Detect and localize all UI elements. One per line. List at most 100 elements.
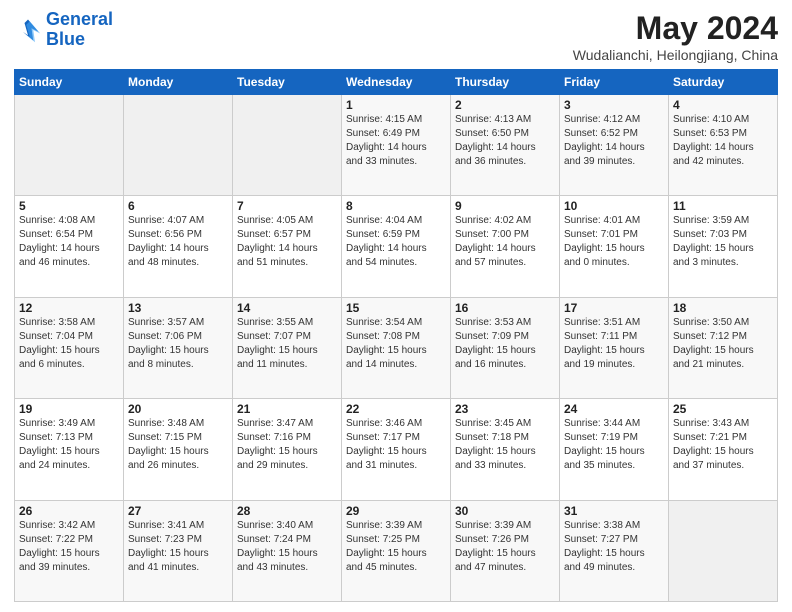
day-number: 6	[128, 199, 228, 213]
calendar-cell: 26Sunrise: 3:42 AMSunset: 7:22 PMDayligh…	[15, 500, 124, 601]
day-number: 23	[455, 402, 555, 416]
calendar-cell: 29Sunrise: 3:39 AMSunset: 7:25 PMDayligh…	[342, 500, 451, 601]
day-number: 20	[128, 402, 228, 416]
day-info: Sunrise: 4:10 AMSunset: 6:53 PMDaylight:…	[673, 113, 773, 169]
calendar-cell: 6Sunrise: 4:07 AMSunset: 6:56 PMDaylight…	[124, 196, 233, 297]
calendar-cell: 4Sunrise: 4:10 AMSunset: 6:53 PMDaylight…	[669, 95, 778, 196]
calendar-week-1: 1Sunrise: 4:15 AMSunset: 6:49 PMDaylight…	[15, 95, 778, 196]
day-number: 29	[346, 504, 446, 518]
calendar-cell: 14Sunrise: 3:55 AMSunset: 7:07 PMDayligh…	[233, 297, 342, 398]
calendar-cell: 20Sunrise: 3:48 AMSunset: 7:15 PMDayligh…	[124, 399, 233, 500]
day-info: Sunrise: 3:50 AMSunset: 7:12 PMDaylight:…	[673, 316, 773, 372]
day-number: 28	[237, 504, 337, 518]
day-number: 3	[564, 98, 664, 112]
calendar-cell: 11Sunrise: 3:59 AMSunset: 7:03 PMDayligh…	[669, 196, 778, 297]
calendar-cell: 24Sunrise: 3:44 AMSunset: 7:19 PMDayligh…	[560, 399, 669, 500]
calendar-cell: 9Sunrise: 4:02 AMSunset: 7:00 PMDaylight…	[451, 196, 560, 297]
day-number: 16	[455, 301, 555, 315]
calendar-cell: 2Sunrise: 4:13 AMSunset: 6:50 PMDaylight…	[451, 95, 560, 196]
day-info: Sunrise: 3:42 AMSunset: 7:22 PMDaylight:…	[19, 519, 119, 575]
day-info: Sunrise: 3:45 AMSunset: 7:18 PMDaylight:…	[455, 417, 555, 473]
col-saturday: Saturday	[669, 70, 778, 95]
logo-general: General	[46, 9, 113, 29]
day-info: Sunrise: 4:01 AMSunset: 7:01 PMDaylight:…	[564, 214, 664, 270]
calendar-header-row: Sunday Monday Tuesday Wednesday Thursday…	[15, 70, 778, 95]
logo-icon	[14, 16, 42, 44]
col-wednesday: Wednesday	[342, 70, 451, 95]
calendar-week-2: 5Sunrise: 4:08 AMSunset: 6:54 PMDaylight…	[15, 196, 778, 297]
calendar-cell: 28Sunrise: 3:40 AMSunset: 7:24 PMDayligh…	[233, 500, 342, 601]
day-number: 13	[128, 301, 228, 315]
day-number: 10	[564, 199, 664, 213]
header: General Blue May 2024 Wudalianchi, Heilo…	[14, 10, 778, 63]
calendar-cell: 16Sunrise: 3:53 AMSunset: 7:09 PMDayligh…	[451, 297, 560, 398]
day-number: 4	[673, 98, 773, 112]
day-info: Sunrise: 4:15 AMSunset: 6:49 PMDaylight:…	[346, 113, 446, 169]
calendar-cell: 17Sunrise: 3:51 AMSunset: 7:11 PMDayligh…	[560, 297, 669, 398]
calendar-cell: 12Sunrise: 3:58 AMSunset: 7:04 PMDayligh…	[15, 297, 124, 398]
day-info: Sunrise: 4:02 AMSunset: 7:00 PMDaylight:…	[455, 214, 555, 270]
day-info: Sunrise: 3:38 AMSunset: 7:27 PMDaylight:…	[564, 519, 664, 575]
day-info: Sunrise: 3:43 AMSunset: 7:21 PMDaylight:…	[673, 417, 773, 473]
day-info: Sunrise: 3:39 AMSunset: 7:25 PMDaylight:…	[346, 519, 446, 575]
day-info: Sunrise: 3:46 AMSunset: 7:17 PMDaylight:…	[346, 417, 446, 473]
col-monday: Monday	[124, 70, 233, 95]
day-info: Sunrise: 3:48 AMSunset: 7:15 PMDaylight:…	[128, 417, 228, 473]
day-info: Sunrise: 4:05 AMSunset: 6:57 PMDaylight:…	[237, 214, 337, 270]
day-number: 19	[19, 402, 119, 416]
day-number: 18	[673, 301, 773, 315]
day-info: Sunrise: 3:44 AMSunset: 7:19 PMDaylight:…	[564, 417, 664, 473]
day-info: Sunrise: 3:41 AMSunset: 7:23 PMDaylight:…	[128, 519, 228, 575]
calendar-cell: 30Sunrise: 3:39 AMSunset: 7:26 PMDayligh…	[451, 500, 560, 601]
logo-text: General Blue	[46, 10, 113, 50]
calendar-cell: 7Sunrise: 4:05 AMSunset: 6:57 PMDaylight…	[233, 196, 342, 297]
day-info: Sunrise: 3:54 AMSunset: 7:08 PMDaylight:…	[346, 316, 446, 372]
calendar-week-3: 12Sunrise: 3:58 AMSunset: 7:04 PMDayligh…	[15, 297, 778, 398]
calendar-cell	[669, 500, 778, 601]
day-number: 26	[19, 504, 119, 518]
day-info: Sunrise: 3:57 AMSunset: 7:06 PMDaylight:…	[128, 316, 228, 372]
day-info: Sunrise: 3:40 AMSunset: 7:24 PMDaylight:…	[237, 519, 337, 575]
logo-blue: Blue	[46, 29, 85, 49]
calendar-table: Sunday Monday Tuesday Wednesday Thursday…	[14, 69, 778, 602]
main-title: May 2024	[573, 10, 778, 47]
day-number: 7	[237, 199, 337, 213]
day-number: 25	[673, 402, 773, 416]
day-info: Sunrise: 4:07 AMSunset: 6:56 PMDaylight:…	[128, 214, 228, 270]
calendar-cell: 21Sunrise: 3:47 AMSunset: 7:16 PMDayligh…	[233, 399, 342, 500]
calendar-cell: 1Sunrise: 4:15 AMSunset: 6:49 PMDaylight…	[342, 95, 451, 196]
calendar-cell: 15Sunrise: 3:54 AMSunset: 7:08 PMDayligh…	[342, 297, 451, 398]
calendar-cell: 5Sunrise: 4:08 AMSunset: 6:54 PMDaylight…	[15, 196, 124, 297]
day-info: Sunrise: 3:55 AMSunset: 7:07 PMDaylight:…	[237, 316, 337, 372]
calendar-cell: 10Sunrise: 4:01 AMSunset: 7:01 PMDayligh…	[560, 196, 669, 297]
day-info: Sunrise: 3:58 AMSunset: 7:04 PMDaylight:…	[19, 316, 119, 372]
day-number: 11	[673, 199, 773, 213]
calendar-cell: 25Sunrise: 3:43 AMSunset: 7:21 PMDayligh…	[669, 399, 778, 500]
col-tuesday: Tuesday	[233, 70, 342, 95]
calendar-cell	[233, 95, 342, 196]
day-number: 30	[455, 504, 555, 518]
day-number: 21	[237, 402, 337, 416]
day-info: Sunrise: 3:47 AMSunset: 7:16 PMDaylight:…	[237, 417, 337, 473]
day-number: 12	[19, 301, 119, 315]
day-info: Sunrise: 4:08 AMSunset: 6:54 PMDaylight:…	[19, 214, 119, 270]
day-number: 24	[564, 402, 664, 416]
day-info: Sunrise: 4:12 AMSunset: 6:52 PMDaylight:…	[564, 113, 664, 169]
subtitle: Wudalianchi, Heilongjiang, China	[573, 47, 778, 63]
logo: General Blue	[14, 10, 113, 50]
calendar-week-4: 19Sunrise: 3:49 AMSunset: 7:13 PMDayligh…	[15, 399, 778, 500]
day-info: Sunrise: 3:59 AMSunset: 7:03 PMDaylight:…	[673, 214, 773, 270]
col-sunday: Sunday	[15, 70, 124, 95]
col-friday: Friday	[560, 70, 669, 95]
calendar-cell: 27Sunrise: 3:41 AMSunset: 7:23 PMDayligh…	[124, 500, 233, 601]
calendar-cell	[124, 95, 233, 196]
day-number: 15	[346, 301, 446, 315]
calendar-cell: 13Sunrise: 3:57 AMSunset: 7:06 PMDayligh…	[124, 297, 233, 398]
calendar-cell: 23Sunrise: 3:45 AMSunset: 7:18 PMDayligh…	[451, 399, 560, 500]
calendar-cell: 31Sunrise: 3:38 AMSunset: 7:27 PMDayligh…	[560, 500, 669, 601]
calendar-week-5: 26Sunrise: 3:42 AMSunset: 7:22 PMDayligh…	[15, 500, 778, 601]
calendar-cell: 19Sunrise: 3:49 AMSunset: 7:13 PMDayligh…	[15, 399, 124, 500]
day-number: 5	[19, 199, 119, 213]
day-number: 31	[564, 504, 664, 518]
calendar-cell	[15, 95, 124, 196]
